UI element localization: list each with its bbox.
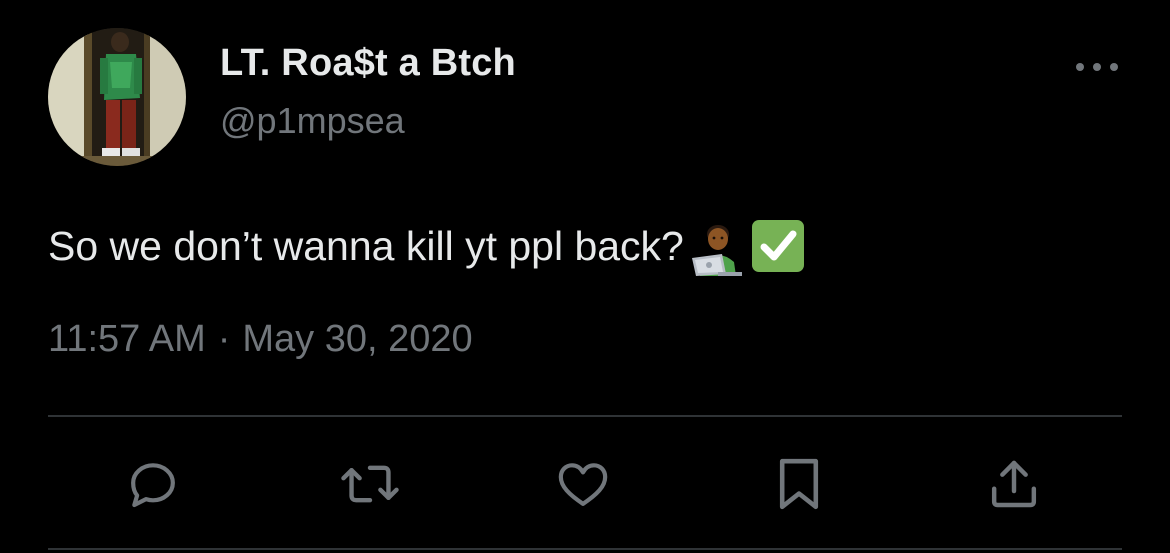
reply-icon bbox=[131, 463, 175, 508]
tweet-text-container: So we don’t wanna kill yt ppl back? bbox=[48, 216, 806, 276]
display-name[interactable]: LT. Roa$t a Btch bbox=[220, 42, 516, 85]
tweet-time: 11:57 AM bbox=[48, 318, 206, 360]
bookmark-icon bbox=[779, 458, 819, 510]
share-icon bbox=[991, 460, 1037, 508]
like-button[interactable] bbox=[551, 452, 615, 516]
reply-button[interactable] bbox=[121, 452, 185, 516]
avatar[interactable] bbox=[48, 28, 186, 166]
meta-separator: · bbox=[217, 318, 231, 360]
bottom-divider bbox=[48, 548, 1122, 550]
tweet-action-bar bbox=[0, 452, 1170, 516]
tweet-timestamp[interactable]: 11:57 AM · May 30, 2020 bbox=[48, 318, 473, 361]
technologist-emoji bbox=[688, 222, 746, 276]
tweet-card: LT. Roa$t a Btch @p1mpsea So we don’t wa… bbox=[0, 0, 1170, 553]
bookmark-button[interactable] bbox=[767, 452, 831, 516]
check-mark-button-emoji bbox=[750, 218, 806, 274]
tweet-date: May 30, 2020 bbox=[242, 318, 473, 360]
heart-icon bbox=[558, 463, 608, 506]
divider bbox=[48, 415, 1122, 417]
retweet-button[interactable] bbox=[338, 452, 402, 516]
share-button[interactable] bbox=[982, 452, 1046, 516]
retweet-icon bbox=[341, 465, 399, 503]
more-options-button[interactable] bbox=[1072, 52, 1122, 82]
tweet-text: So we don’t wanna kill yt ppl back? bbox=[48, 222, 684, 269]
more-dots-icon bbox=[1076, 63, 1118, 71]
username-handle[interactable]: @p1mpsea bbox=[220, 100, 405, 142]
